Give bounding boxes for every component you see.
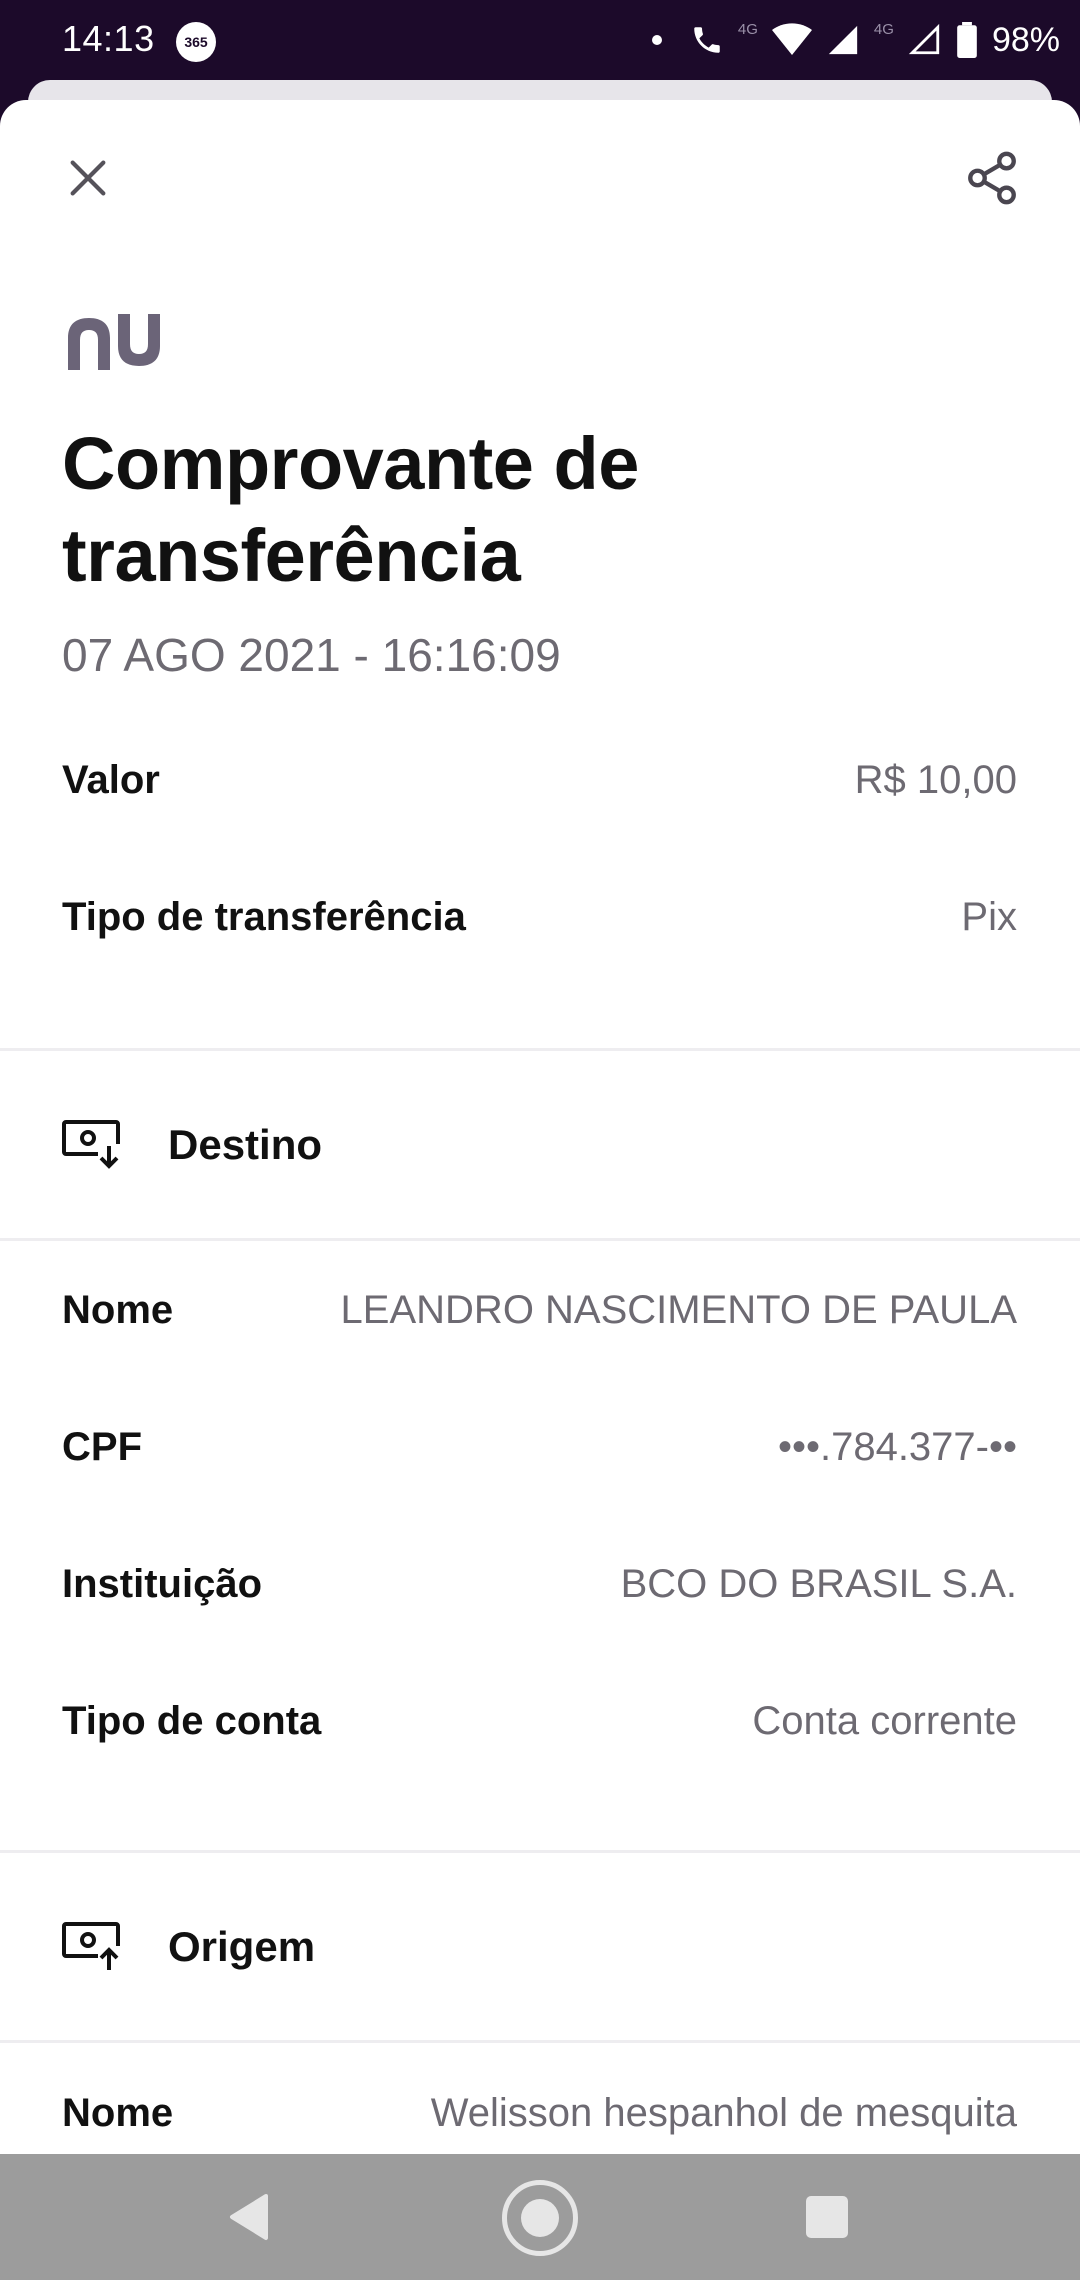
row-label: Tipo de transferência: [62, 894, 466, 939]
row-label: Nome: [62, 2090, 174, 2135]
section-header-origin: Origem: [62, 1912, 315, 1982]
status-time: 14:13: [62, 18, 155, 59]
back-triangle-icon: [230, 2194, 268, 2240]
signal-outline-icon: [908, 23, 940, 55]
row-value: Welisson hespanhol de mesquita: [430, 2090, 1017, 2135]
summary-row: Valor R$ 10,00: [62, 750, 1017, 810]
origin-row: Nome Welisson hespanhol de mesquita: [62, 2083, 1017, 2143]
receipt-sheet: Comprovante de transferência 07 AGO 2021…: [0, 100, 1080, 2154]
row-value: LEANDRO NASCIMENTO DE PAULA: [340, 1287, 1017, 1332]
row-value: Pix: [961, 894, 1017, 939]
wifi-icon: [771, 23, 812, 55]
row-label: Valor: [62, 757, 160, 802]
notification-dot-icon: [651, 35, 662, 45]
row-value: •••.784.377-••: [777, 1424, 1017, 1469]
signal-full-icon: [828, 25, 858, 55]
summary-row: Tipo de transferência Pix: [62, 887, 1017, 947]
row-label: CPF: [62, 1424, 142, 1469]
network-type-label-2: 4G: [873, 20, 894, 38]
divider: [0, 1850, 1080, 1853]
row-value: Conta corrente: [752, 1698, 1017, 1743]
share-button[interactable]: [956, 142, 1028, 214]
section-label: Origem: [168, 1923, 316, 1970]
recent-apps-button[interactable]: [806, 2196, 848, 2238]
device-upload-icon: [62, 1922, 120, 1972]
close-icon: [70, 160, 106, 196]
destination-row: CPF •••.784.377-••: [62, 1417, 1017, 1477]
home-circle-icon: [521, 2199, 559, 2237]
section-header-destination: Destino: [62, 1110, 322, 1180]
network-type-label: 4G: [737, 20, 758, 38]
close-button[interactable]: [52, 142, 124, 214]
share-icon: [968, 151, 1016, 205]
wifi-calling-icon: [694, 27, 720, 53]
page-title: Comprovante de transferência: [62, 422, 639, 597]
transaction-datetime: 07 AGO 2021 - 16:16:09: [62, 629, 561, 681]
nubank-logo: [62, 312, 170, 377]
app-notification-badge: 365: [176, 22, 216, 62]
destination-row: Nome LEANDRO NASCIMENTO DE PAULA: [62, 1280, 1017, 1340]
home-button[interactable]: [502, 2180, 578, 2256]
status-bar: 14:13 365 4G 4G 98%: [0, 0, 1080, 80]
row-value: BCO DO BRASIL S.A.: [620, 1561, 1017, 1606]
destination-row: Tipo de conta Conta corrente: [62, 1691, 1017, 1751]
row-value: R$ 10,00: [854, 757, 1017, 802]
row-label: Nome: [62, 1287, 174, 1332]
status-icons: 4G 4G 98%: [651, 14, 1060, 66]
divider: [0, 1048, 1080, 1051]
section-label: Destino: [168, 1121, 323, 1168]
battery-icon: [957, 22, 977, 58]
destination-row: Instituição BCO DO BRASIL S.A.: [62, 1554, 1017, 1614]
divider: [0, 1238, 1080, 1241]
battery-percentage: 98%: [991, 20, 1060, 59]
row-label: Instituição: [62, 1561, 263, 1606]
device-download-icon: [62, 1120, 120, 1170]
divider: [0, 2040, 1080, 2043]
system-navigation-bar: [0, 2154, 1080, 2280]
back-button[interactable]: [226, 2192, 270, 2247]
row-label: Tipo de conta: [62, 1698, 322, 1743]
nubank-logo-mark: [68, 314, 160, 370]
